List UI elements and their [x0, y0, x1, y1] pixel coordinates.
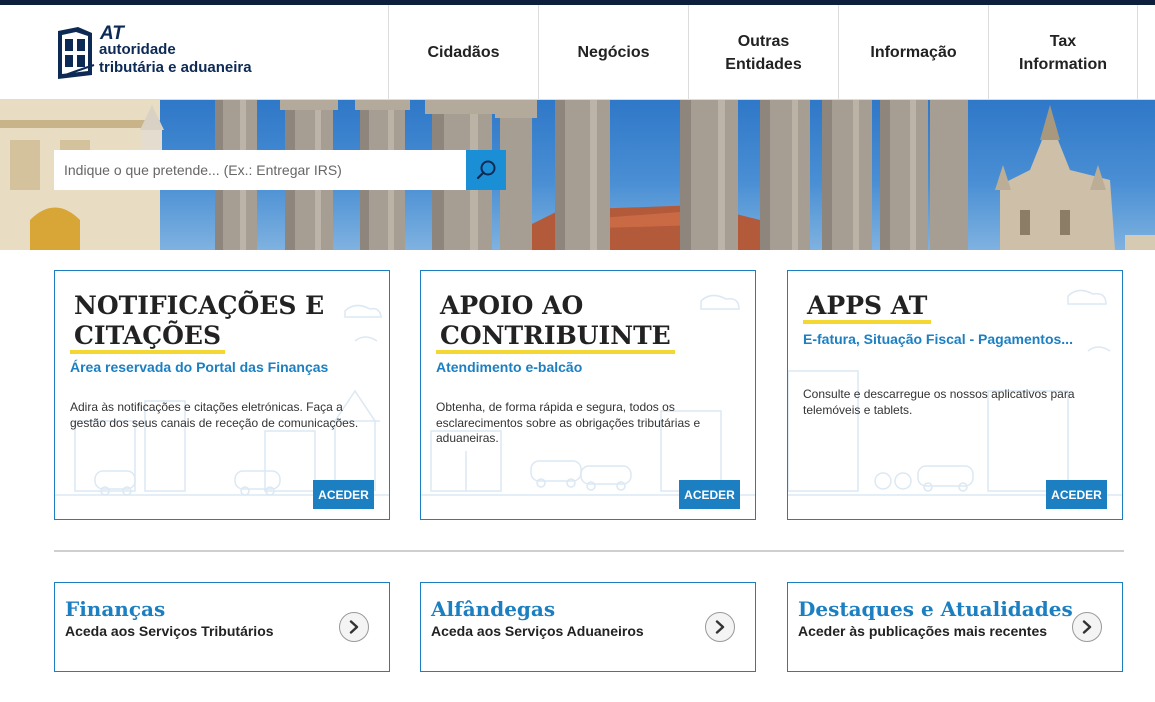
search-button[interactable]	[466, 150, 506, 190]
link-card-title: Finanças	[65, 597, 166, 621]
link-card-subtitle: Aceda aos Serviços Tributários	[65, 623, 274, 639]
card-notificacoes: NOTIFICAÇÕES E CITAÇÕES Área reservada d…	[54, 270, 390, 520]
card-apps-at: APPS AT E-fatura, Situação Fiscal - Paga…	[787, 270, 1123, 520]
aceder-button[interactable]: ACEDER	[679, 480, 740, 509]
site-header: AT autoridade tributária e aduaneira Cid…	[0, 5, 1155, 100]
search-icon	[476, 160, 496, 180]
main-nav: Cidadãos Negócios Outras Entidades Infor…	[388, 5, 1138, 100]
nav-item-outras-entidades[interactable]: Outras Entidades	[688, 5, 838, 100]
card-description: Consulte e descarregue os nossos aplicat…	[803, 387, 1075, 417]
card-title-line1: APOIO AO	[440, 291, 584, 320]
card-title: NOTIFICAÇÕES E CITAÇÕES	[70, 291, 328, 354]
nav-label: Cidadãos	[427, 44, 500, 61]
nav-item-tax-information[interactable]: Tax Information	[988, 5, 1138, 100]
nav-label: Tax Information	[1019, 32, 1107, 73]
search-input[interactable]	[54, 150, 466, 190]
card-subtitle[interactable]: E-fatura, Situação Fiscal - Pagamentos..…	[803, 331, 1073, 347]
link-card-alfandegas[interactable]: Alfândegas Aceda aos Serviços Aduaneiros	[420, 582, 756, 672]
link-card-title: Destaques e Atualidades	[798, 597, 1073, 621]
search-bar	[54, 150, 506, 190]
card-title: APPS AT	[803, 291, 932, 324]
card-title-line2: CONTRIBUINTE	[436, 321, 675, 354]
card-title-line1: NOTIFICAÇÕES E	[74, 291, 325, 320]
card-apoio-contribuinte: APOIO AO CONTRIBUINTE Atendimento e-balc…	[420, 270, 756, 520]
card-description: Obtenha, de forma rápida e segura, todos…	[436, 400, 701, 445]
card-subtitle[interactable]: Área reservada do Portal das Finanças	[70, 359, 328, 375]
nav-label: Outras Entidades	[725, 32, 802, 73]
link-card-title: Alfândegas	[431, 597, 556, 621]
link-card-destaques[interactable]: Destaques e Atualidades Aceder às public…	[787, 582, 1123, 672]
at-logo[interactable]: AT autoridade tributária e aduaneira	[56, 23, 276, 83]
chevron-right-icon[interactable]	[339, 612, 369, 642]
link-card-financas[interactable]: Finanças Aceda aos Serviços Tributários	[54, 582, 390, 672]
logo-line1: autoridade	[99, 41, 176, 58]
card-subtitle[interactable]: Atendimento e-balcão	[436, 359, 582, 375]
nav-item-informacao[interactable]: Informação	[838, 5, 988, 100]
card-description: Adira às notificações e citações eletrón…	[70, 400, 359, 430]
aceder-button[interactable]: ACEDER	[1046, 480, 1107, 509]
nav-item-cidadaos[interactable]: Cidadãos	[388, 5, 538, 100]
logo-line2: tributária e aduaneira	[99, 59, 252, 76]
nav-label: Informação	[870, 44, 957, 61]
nav-label: Negócios	[577, 44, 650, 61]
aceder-button[interactable]: ACEDER	[313, 480, 374, 509]
card-title-line1: APPS AT	[803, 291, 932, 324]
section-divider	[54, 550, 1124, 552]
card-title-line2: CITAÇÕES	[70, 321, 226, 354]
link-card-subtitle: Aceda aos Serviços Aduaneiros	[431, 623, 644, 639]
card-title: APOIO AO CONTRIBUINTE	[436, 291, 675, 354]
chevron-right-icon[interactable]	[1072, 612, 1102, 642]
link-card-subtitle: Aceder às publicações mais recentes	[798, 623, 1048, 639]
chevron-right-icon[interactable]	[705, 612, 735, 642]
nav-item-negocios[interactable]: Negócios	[538, 5, 688, 100]
coat-of-arms-icon	[58, 27, 95, 79]
